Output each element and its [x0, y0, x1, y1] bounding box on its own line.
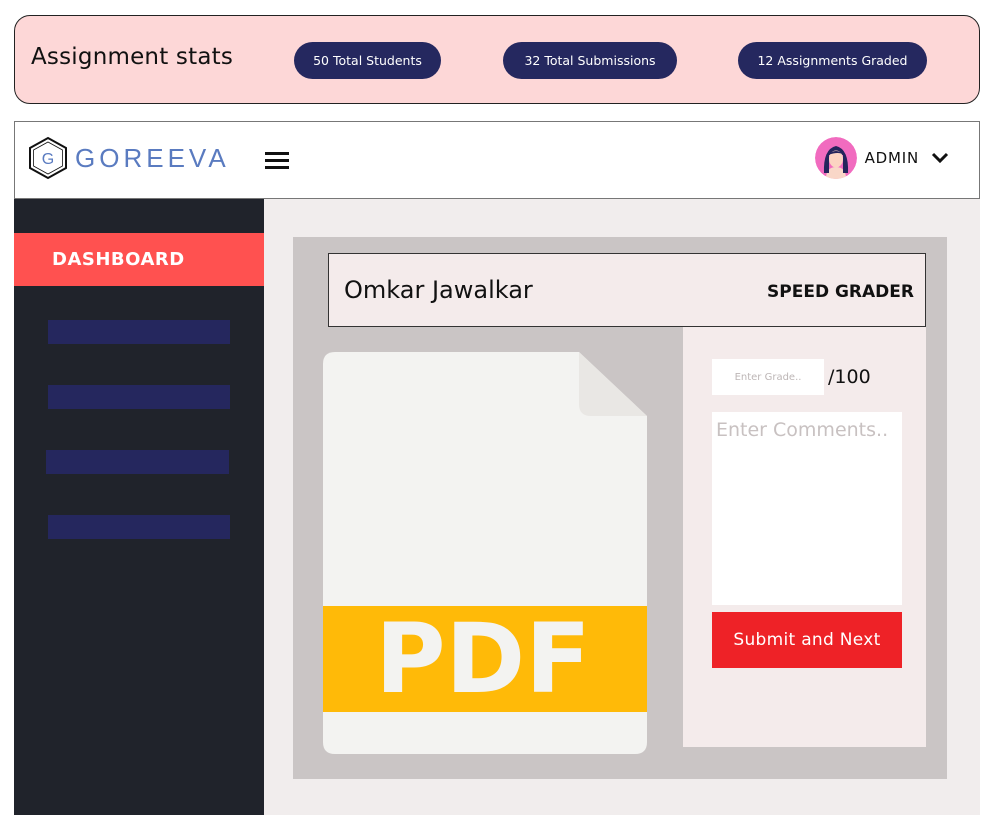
hexagon-logo-icon: G	[29, 136, 67, 180]
comments-textarea[interactable]	[712, 412, 902, 605]
user-menu[interactable]: ADMIN	[814, 137, 949, 179]
sidebar-item-dashboard[interactable]: DASHBOARD	[14, 233, 264, 286]
chevron-down-icon[interactable]	[931, 152, 949, 164]
main-content: Omkar Jawalkar SPEED GRADER PDF /100 Sub…	[264, 199, 980, 815]
grade-max-label: /100	[828, 366, 871, 388]
sidebar: DASHBOARD	[14, 199, 264, 815]
sidebar-item-placeholder[interactable]	[48, 385, 230, 409]
logo-text: GOREEVA	[75, 142, 230, 173]
top-navbar: G GOREEVA ADMIN	[14, 121, 980, 199]
sidebar-item-placeholder[interactable]	[48, 515, 230, 539]
hamburger-menu-icon[interactable]	[265, 152, 289, 170]
submit-and-next-button[interactable]: Submit and Next	[712, 612, 902, 668]
grader-header: Omkar Jawalkar SPEED GRADER	[328, 253, 926, 327]
avatar-icon	[814, 137, 857, 179]
student-name: Omkar Jawalkar	[344, 276, 533, 304]
logo[interactable]: G GOREEVA	[27, 136, 230, 180]
app-window: G GOREEVA ADMIN DASHBOARD Omkar Jawalkar…	[14, 121, 980, 815]
pdf-label: PDF	[375, 603, 591, 715]
pdf-file-icon[interactable]: PDF	[323, 352, 647, 754]
grading-form: /100 Submit and Next	[683, 327, 926, 747]
total-submissions-badge: 32 Total Submissions	[503, 42, 677, 79]
stats-title: Assignment stats	[31, 44, 234, 70]
sidebar-item-placeholder[interactable]	[46, 450, 229, 474]
total-students-badge: 50 Total Students	[294, 42, 441, 79]
sidebar-item-placeholder[interactable]	[48, 320, 230, 344]
grade-input[interactable]	[712, 359, 824, 395]
user-name: ADMIN	[864, 149, 919, 167]
speed-grader-label: SPEED GRADER	[767, 282, 914, 302]
svg-text:G: G	[42, 151, 54, 168]
assignments-graded-badge: 12 Assignments Graded	[738, 42, 927, 79]
speed-grader-panel: Omkar Jawalkar SPEED GRADER PDF /100 Sub…	[293, 237, 947, 779]
assignment-stats-bar: Assignment stats 50 Total Students 32 To…	[14, 15, 980, 104]
